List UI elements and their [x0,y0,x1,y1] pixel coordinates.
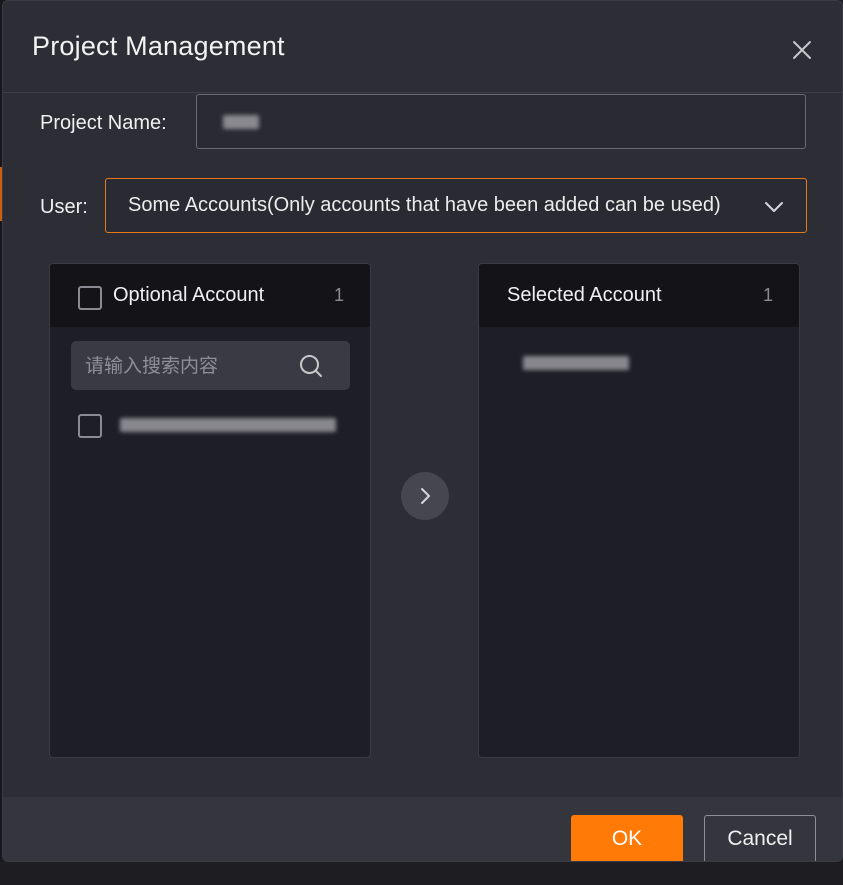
dialog-header: Project Management [3,1,842,93]
user-select-value: Some Accounts(Only accounts that have be… [128,194,721,216]
optional-account-panel: Optional Account 1 [49,263,371,758]
user-select[interactable]: Some Accounts(Only accounts that have be… [105,178,807,233]
transfer-right-button[interactable] [401,472,449,520]
selected-account-header: Selected Account 1 [479,264,799,327]
account-search-box [71,341,350,390]
dialog-title: Project Management [32,31,285,61]
selected-account-count: 1 [762,285,773,305]
account-item-checkbox[interactable] [78,414,102,438]
selected-account-panel: Selected Account 1 [478,263,800,758]
dialog-footer: OK Cancel [3,797,842,861]
project-name-label: Project Name: [40,112,167,134]
account-search-input[interactable] [71,341,301,390]
redacted-project-name [223,115,259,129]
ok-button[interactable]: OK [571,815,683,861]
cancel-button[interactable]: Cancel [704,815,816,861]
redacted-selected-account-name [523,356,629,370]
select-all-checkbox[interactable] [78,286,102,310]
optional-account-count: 1 [333,285,344,305]
chevron-down-icon [765,202,783,212]
optional-account-item[interactable] [50,405,370,445]
selected-account-title: Selected Account [507,284,662,306]
project-management-dialog: Project Management Project Name: User: S… [2,0,843,862]
optional-account-header: Optional Account 1 [50,264,370,327]
close-button[interactable] [789,37,815,63]
selected-account-item[interactable] [479,344,799,384]
search-icon[interactable] [298,353,324,379]
user-label: User: [40,196,88,218]
redacted-account-name [120,418,336,432]
chevron-right-icon [421,488,430,504]
optional-account-title: Optional Account [113,284,265,306]
backdrop-footer [0,862,843,885]
project-name-input[interactable] [196,94,806,149]
close-icon [793,41,811,59]
